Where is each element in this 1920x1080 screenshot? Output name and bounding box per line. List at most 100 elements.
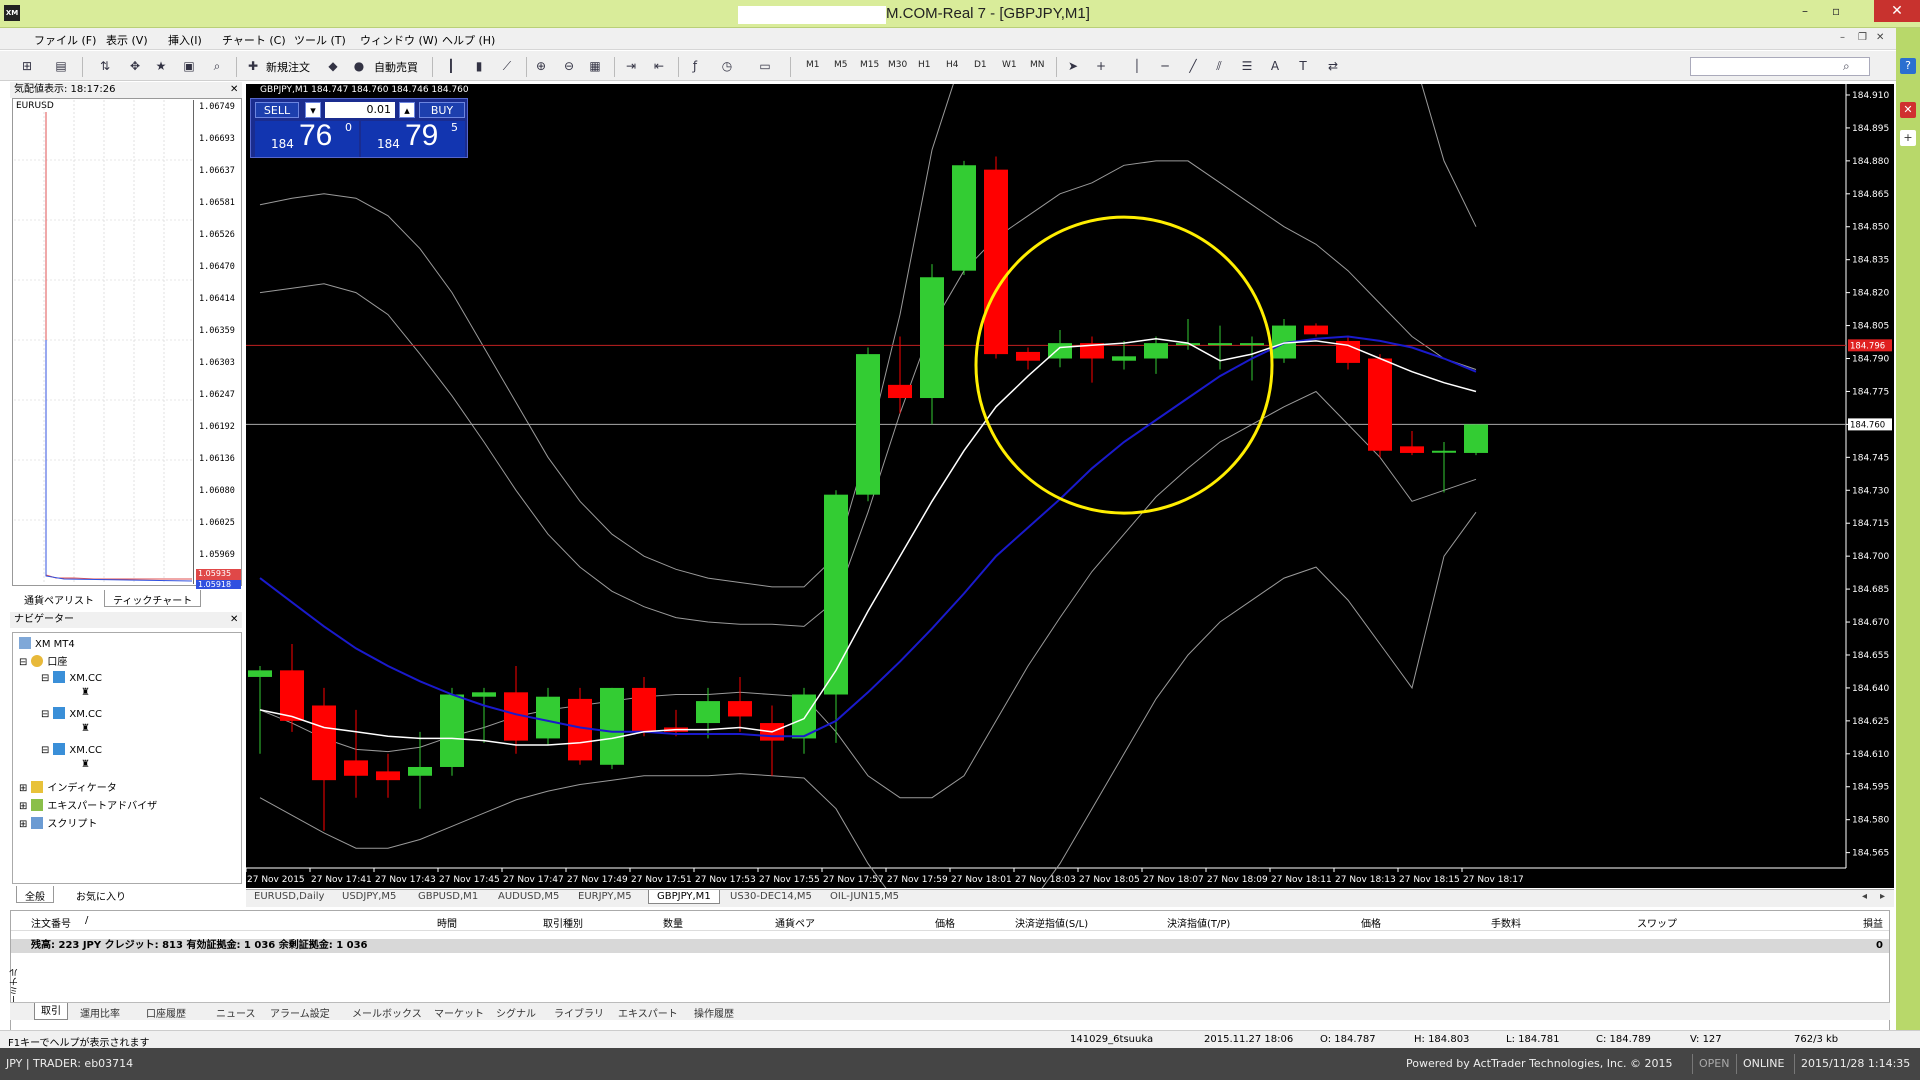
trendline-icon[interactable]: ╱ — [1184, 57, 1202, 75]
tab-mailbox[interactable]: メールボックス — [352, 1005, 422, 1020]
market-watch-icon[interactable]: ⇅ — [96, 57, 114, 75]
templates-icon[interactable]: ▭ — [756, 57, 774, 75]
nav-scripts[interactable]: ⊞ スクリプト — [19, 815, 97, 830]
balance-row[interactable]: 残高: 223 JPY クレジット: 813 有効証拠金: 1 036 余剰証拠… — [11, 939, 1889, 953]
nav-indicators[interactable]: ⊞ インディケータ — [19, 779, 117, 794]
zoom-in-icon[interactable]: ⊕ — [532, 57, 550, 75]
tab-scroll-right-icon[interactable]: ▸ — [1880, 891, 1885, 902]
chart-tab-gbpusd[interactable]: GBPUSD,M1 — [418, 891, 478, 902]
lot-up-icon[interactable]: ▴ — [399, 102, 415, 118]
periods-icon[interactable]: ◷ — [718, 57, 736, 75]
horizontal-line-icon[interactable]: ─ — [1156, 57, 1174, 75]
menu-view[interactable]: 表示 (V) — [106, 32, 148, 48]
status-profile[interactable]: 141029_6tsuuka — [1070, 1034, 1153, 1045]
nav-account-2[interactable]: ⊟ XM.CC — [41, 707, 102, 720]
timeframe-m5[interactable]: M5 — [834, 60, 848, 70]
tab-tick-chart[interactable]: ティックチャート — [104, 590, 202, 607]
search-icon[interactable]: ⌕ — [1843, 59, 1850, 74]
line-chart-icon[interactable]: ⟋ — [498, 57, 516, 75]
nav-accounts[interactable]: ⊟ 口座 — [19, 653, 67, 668]
profiles-icon[interactable]: ▤ — [52, 57, 70, 75]
timeframe-m15[interactable]: M15 — [860, 60, 879, 70]
menu-tools[interactable]: ツール (T) — [294, 32, 346, 48]
candlestick-icon[interactable]: ▮ — [470, 57, 488, 75]
buy-price[interactable]: 184 79 5 — [361, 119, 465, 157]
tab-journal[interactable]: 操作履歴 — [694, 1005, 734, 1020]
menu-help[interactable]: ヘルプ (H) — [442, 32, 495, 48]
chart-tab-eurjpy[interactable]: EURJPY,M5 — [578, 891, 632, 902]
menu-window[interactable]: ウィンドウ (W) — [360, 32, 438, 48]
timeframe-m1[interactable]: M1 — [806, 60, 820, 70]
new-order-button[interactable]: 新規注文 — [266, 59, 310, 75]
vertical-line-icon[interactable]: │ — [1128, 57, 1146, 75]
menu-chart[interactable]: チャート (C) — [222, 32, 286, 48]
crosshair-icon[interactable]: + — [1092, 57, 1110, 75]
mdi-restore-icon[interactable]: ❐ — [1858, 32, 1867, 43]
timeframe-m30[interactable]: M30 — [888, 60, 907, 70]
mdi-minimize-icon[interactable]: – — [1840, 32, 1845, 43]
buy-button[interactable]: BUY — [419, 102, 465, 118]
tab-history[interactable]: 口座履歴 — [146, 1005, 186, 1020]
tab-signals[interactable]: シグナル — [496, 1005, 536, 1020]
meta-editor-icon[interactable]: ◆ — [324, 57, 342, 75]
navigator-close-icon[interactable]: ✕ — [230, 614, 238, 625]
tab-favorites[interactable]: お気に入り — [68, 886, 134, 903]
minimize-button[interactable]: – — [1802, 4, 1808, 18]
auto-trade-button[interactable]: 自動売買 — [374, 59, 418, 75]
timeframe-w1[interactable]: W1 — [1002, 60, 1017, 70]
nav-account-3[interactable]: ⊟ XM.CC — [41, 743, 102, 756]
menu-file[interactable]: ファイル (F) — [34, 32, 96, 48]
lot-down-icon[interactable]: ▾ — [305, 102, 321, 118]
nav-account-1[interactable]: ⊟ XM.CC — [41, 671, 102, 684]
lot-size-input[interactable]: 0.01 — [325, 102, 395, 118]
menu-insert[interactable]: 挿入(I) — [168, 32, 202, 48]
text-label-icon[interactable]: T — [1294, 57, 1312, 75]
timeframe-d1[interactable]: D1 — [974, 60, 987, 70]
help-icon[interactable]: ? — [1900, 58, 1916, 74]
maximize-button[interactable]: ▫ — [1832, 4, 1840, 18]
tab-symbols[interactable]: 通貨ペアリスト — [16, 590, 102, 607]
chart-tab-us30[interactable]: US30-DEC14,M5 — [730, 891, 812, 902]
tab-exposure[interactable]: 運用比率 — [80, 1005, 120, 1020]
timeframe-h4[interactable]: H4 — [946, 60, 959, 70]
bar-chart-icon[interactable]: ┃ — [442, 57, 460, 75]
timeframe-mn[interactable]: MN — [1030, 60, 1045, 70]
add-side-icon[interactable]: + — [1900, 130, 1916, 146]
channel-icon[interactable]: ⫽ — [1210, 57, 1228, 75]
new-order-icon[interactable]: ✚ — [244, 57, 262, 75]
arrows-icon[interactable]: ⇄ — [1324, 57, 1342, 75]
fibonacci-icon[interactable]: ☰ — [1238, 57, 1256, 75]
sell-price[interactable]: 184 76 0 — [255, 119, 359, 157]
tab-alerts[interactable]: アラーム設定 — [270, 1005, 330, 1020]
terminal-icon[interactable]: ▣ — [180, 57, 198, 75]
market-watch-close-icon[interactable]: ✕ — [230, 84, 238, 95]
tester-icon[interactable]: ⌕ — [208, 57, 226, 75]
zoom-out-icon[interactable]: ⊖ — [560, 57, 578, 75]
tab-news[interactable]: ニュース — [216, 1005, 256, 1020]
indicators-icon[interactable]: ƒ — [686, 57, 704, 75]
timeframe-h1[interactable]: H1 — [918, 60, 931, 70]
tile-windows-icon[interactable]: ▦ — [586, 57, 604, 75]
cursor-icon[interactable]: ➤ — [1064, 57, 1082, 75]
close-side-icon[interactable]: ✕ — [1900, 102, 1916, 118]
navigator-icon[interactable]: ★ — [152, 57, 170, 75]
data-window-icon[interactable]: ✥ — [126, 57, 144, 75]
tab-general[interactable]: 全般 — [16, 886, 54, 903]
chart-tab-audusd[interactable]: AUDUSD,M5 — [498, 891, 559, 902]
new-chart-icon[interactable]: ⊞ — [18, 57, 36, 75]
chart-tab-eurusd[interactable]: EURUSD,Daily — [254, 891, 324, 902]
auto-trade-icon[interactable]: ● — [350, 57, 368, 75]
text-icon[interactable]: A — [1266, 57, 1284, 75]
chart-tab-oil[interactable]: OIL-JUN15,M5 — [830, 891, 899, 902]
auto-scroll-icon[interactable]: ⇥ — [622, 57, 640, 75]
close-button[interactable]: ✕ — [1874, 0, 1920, 22]
price-chart[interactable]: 184.910 184.895 184.880 184.865 184.850 184.8… — [246, 84, 1894, 888]
tab-trade[interactable]: 取引 — [34, 1003, 68, 1020]
chart-tab-gbpjpy[interactable]: GBPJPY,M1 — [648, 890, 720, 904]
tab-scroll-left-icon[interactable]: ◂ — [1862, 891, 1867, 902]
tab-library[interactable]: ライブラリ — [554, 1005, 604, 1020]
chart-shift-icon[interactable]: ⇤ — [650, 57, 668, 75]
mdi-close-icon[interactable]: ✕ — [1876, 32, 1884, 43]
nav-experts[interactable]: ⊞ エキスパートアドバイザ — [19, 797, 157, 812]
sell-button[interactable]: SELL — [255, 102, 299, 118]
